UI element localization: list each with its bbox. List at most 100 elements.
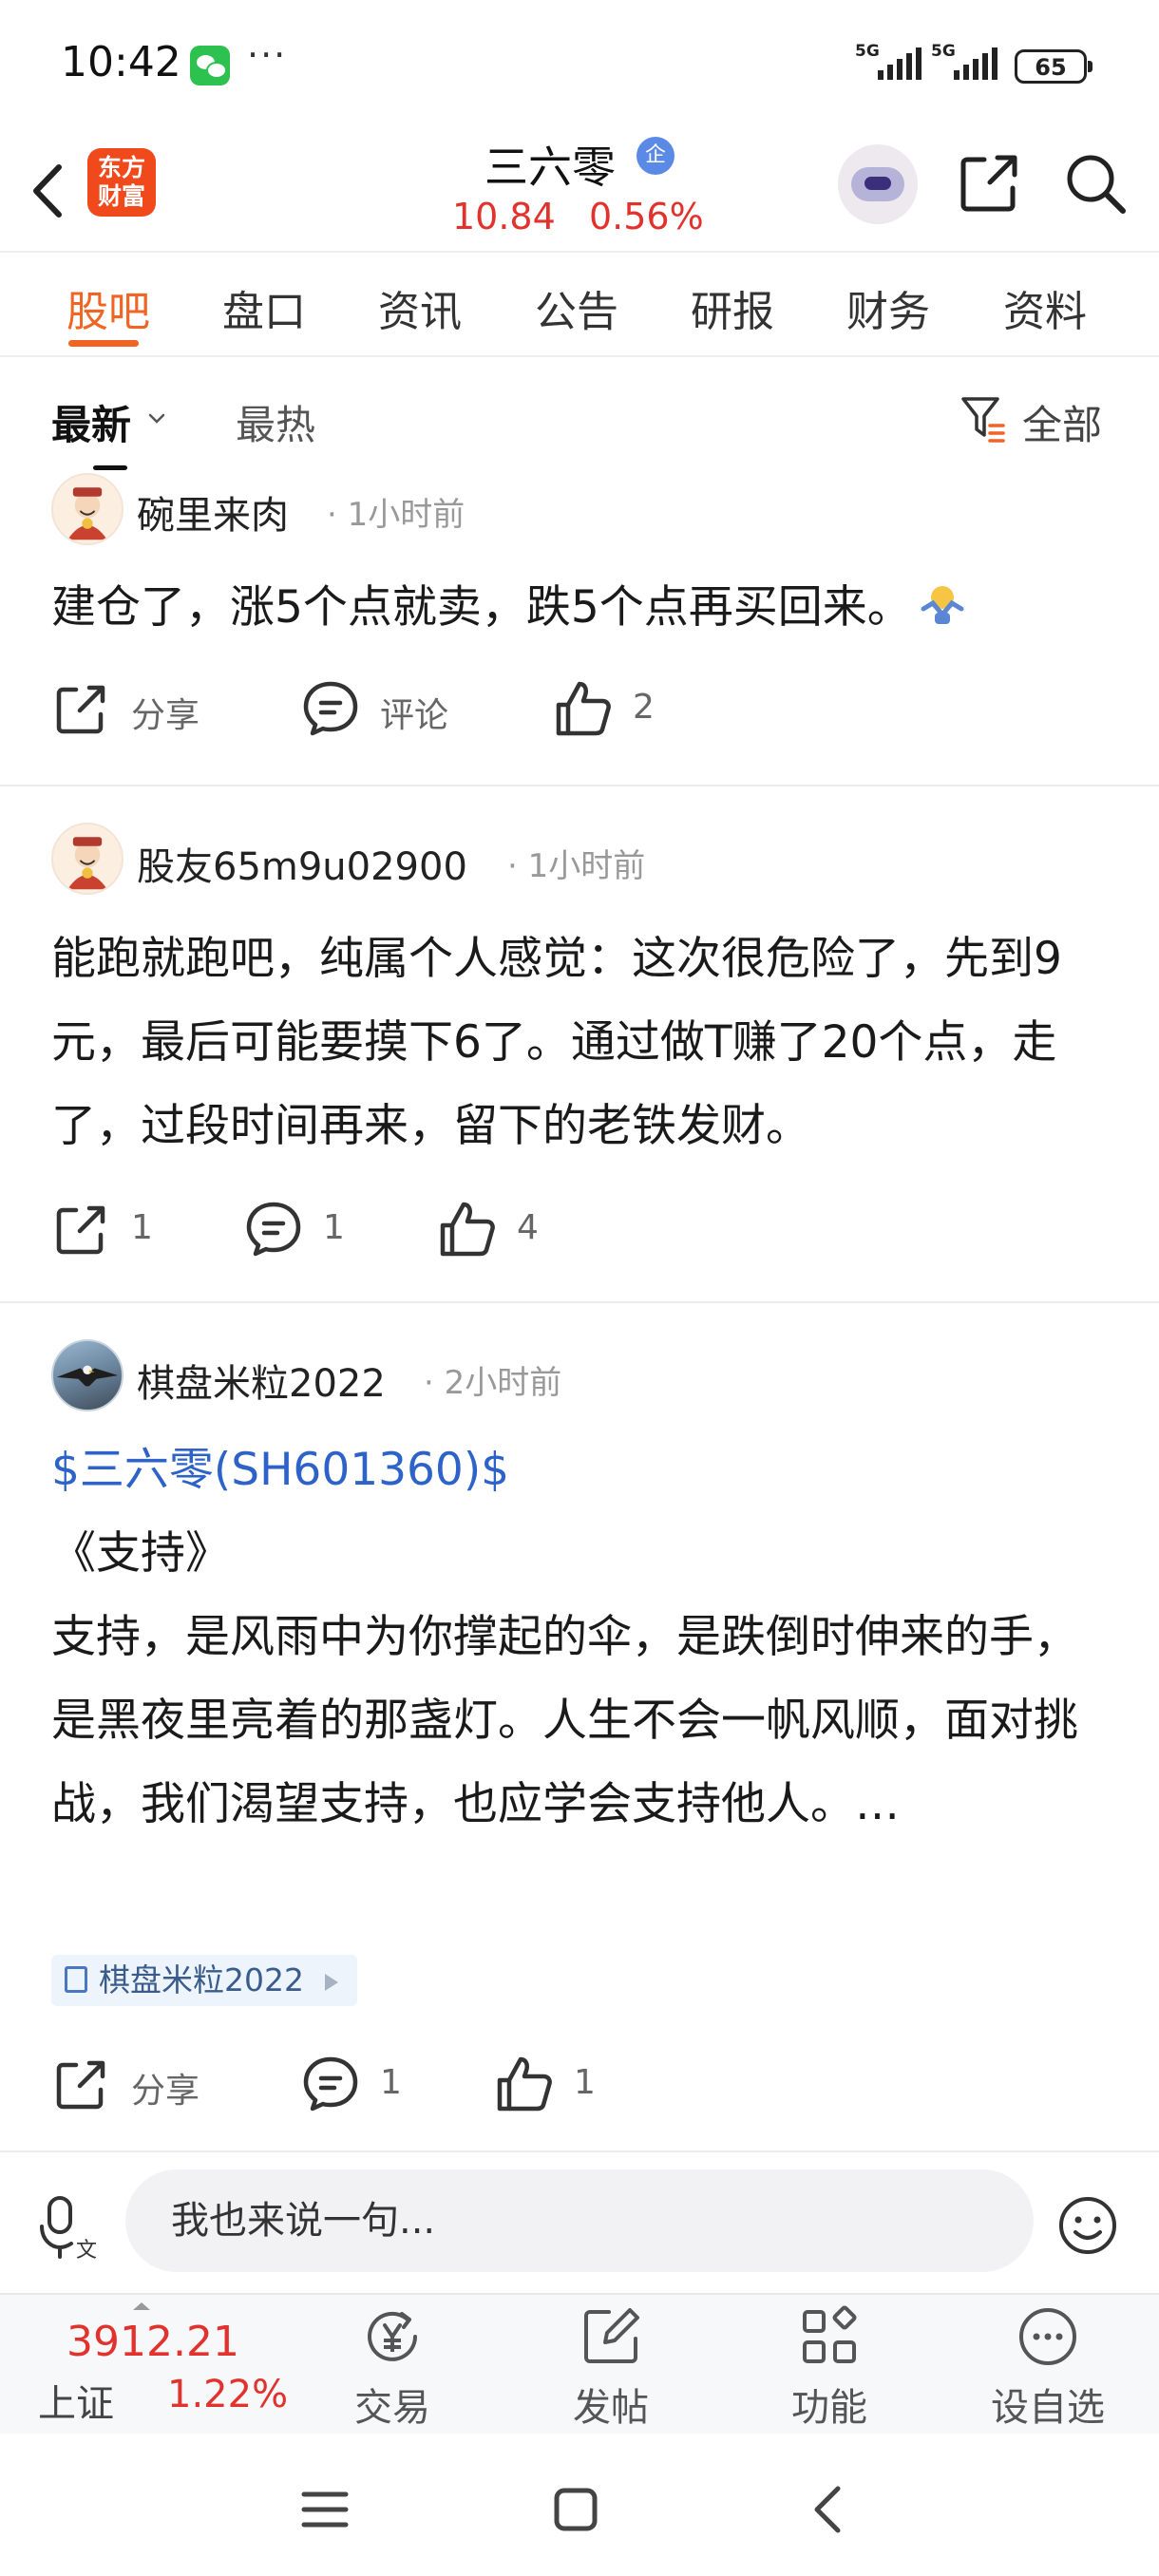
post-time: · 1小时前 [327,496,466,534]
comment-action[interactable]: 1 [243,1199,357,1265]
thumbs-up-icon [440,1202,495,1257]
eagle-avatar-icon [56,1365,119,1387]
battery-level: 65 [1035,54,1067,81]
stock-mention-link[interactable]: $三六零(SH601360)$ [51,1429,1115,1512]
post-author[interactable]: 棋盘米粒2022 [137,1353,386,1408]
comment-icon [303,2056,358,2112]
trade-button[interactable]: 交易 [321,2302,464,2430]
shrug-emoji-icon [920,570,965,624]
svg-text:文: 文 [76,2239,97,2261]
signal-icon-1: 5G [855,42,935,84]
post-body: 支持，是风雨中为你撑起的伞，是跌倒时伸来的手，是黑夜里亮着的那盏灯。人生不会一帆… [51,1611,1078,1830]
stock-name: 三六零 [484,142,616,193]
like-action[interactable]: 4 [437,1199,551,1265]
share-action[interactable]: 1 [51,1199,165,1265]
voice-input-icon[interactable]: 文 [38,2194,101,2261]
home-icon[interactable] [547,2481,604,2538]
post-content[interactable]: 能跑就跑吧，纯属个人感觉：这次很危险了，先到9元，最后可能要摸下6了。通过做T赚… [51,918,1115,1168]
user-avatar[interactable] [51,473,124,545]
filter-icon[interactable] [960,393,1007,445]
share-action[interactable]: 分享 [51,2054,222,2120]
wechat-icon [190,46,230,85]
post-author[interactable]: 碗里来肉 [137,484,289,540]
back-nav-icon[interactable] [800,2481,857,2538]
post-title: 《支持》 [51,1527,230,1580]
more-circle-icon [1019,2308,1076,2365]
tab-announcements[interactable]: 公告 [535,277,618,338]
search-button[interactable] [1062,150,1129,217]
stock-header: 东方 财富 三六零 企 10.84 0.56% [0,133,1159,252]
thumbs-up-icon [556,681,611,736]
tab-finance[interactable]: 财务 [846,277,930,338]
status-bar: 10:42 ··· 5G 5G 65 [0,0,1159,133]
comment-action[interactable]: 1 [300,2054,414,2120]
post-content[interactable]: $三六零(SH601360)$ 《支持》 支持，是风雨中为你撑起的伞，是跌倒时伸… [51,1429,1115,1847]
chevron-left-icon [33,164,62,218]
menu-icon[interactable] [296,2481,353,2538]
index-name[interactable]: 上证 [38,2373,114,2428]
battery-icon: 65 [1015,49,1092,84]
index-value[interactable]: 3912.21 [66,2318,239,2366]
post-item[interactable]: 碗里来肉 · 1小时前 建仓了，涨5个点就卖，跌5个点再买回来。 分享 评论 2 [0,471,1159,785]
edit-icon [584,2308,639,2363]
sort-latest[interactable]: 最新 [51,393,131,451]
fortune-god-avatar-icon [67,487,107,540]
section-tabs: 股吧 盘口 资讯 公告 研报 财务 资料 [0,256,1159,351]
tab-research[interactable]: 研报 [691,277,774,338]
add-watchlist-button[interactable]: 设自选 [977,2302,1119,2430]
post-divider [0,785,1159,786]
share-button[interactable] [956,150,1022,217]
post-divider [0,1301,1159,1303]
tab-profile[interactable]: 资料 [1003,277,1087,338]
post-button[interactable]: 发帖 [540,2302,682,2430]
document-icon [65,1965,87,1993]
status-time: 10:42 [61,38,181,86]
sort-hot[interactable]: 最热 [236,393,315,451]
post-content[interactable]: 建仓了，涨5个点就卖，跌5个点再买回来。 [51,566,1115,650]
search-icon [1067,155,1126,214]
emoji-icon[interactable] [1056,2194,1119,2257]
source-tag[interactable]: 棋盘米粒2022 [51,1955,357,2006]
post-time: · 1小时前 [507,847,646,885]
app-logo[interactable]: 东方 财富 [87,148,156,217]
like-action[interactable]: 2 [553,678,705,745]
comment-input[interactable]: 我也来说一句... [125,2169,1034,2272]
bottom-toolbar: 3912.21 上证 1.22% 交易 发帖 功能 设自选 [0,2293,1159,2434]
features-button[interactable]: 功能 [758,2302,901,2430]
comment-action[interactable]: 评论 [300,678,471,745]
back-button[interactable] [21,158,78,224]
enterprise-badge: 企 [636,137,674,175]
share-action[interactable]: 分享 [51,678,222,745]
comment-icon [303,681,358,736]
post-item[interactable]: 棋盘米粒2022 · 2小时前 $三六零(SH601360)$ 《支持》 支持，… [0,1339,1159,2137]
grid-icon [803,2305,857,2363]
play-icon [324,1973,338,1991]
stock-change-pct: 0.56% [589,196,704,237]
more-notifications-icon: ··· [247,34,288,76]
header-divider [0,251,1159,253]
sort-filter-bar: 最新 最热 全部 [0,359,1159,470]
active-tab-indicator [68,340,139,347]
tab-guba[interactable]: 股吧 [66,277,150,338]
chevron-down-icon[interactable] [146,408,167,429]
index-change-pct[interactable]: 1.22% [167,2373,288,2416]
tab-news[interactable]: 资讯 [378,277,462,338]
ai-assistant-icon[interactable] [838,144,918,224]
signal-icon-2: 5G [931,42,1011,84]
filter-all[interactable]: 全部 [1022,393,1102,451]
yen-exchange-icon [368,2311,417,2361]
share-icon [56,2060,105,2110]
sort-indicator [93,465,127,470]
like-action[interactable]: 1 [494,2054,608,2120]
post-author[interactable]: 股友65m9u02900 [137,836,467,891]
post-item[interactable]: 股友65m9u02900 · 1小时前 能跑就跑吧，纯属个人感觉：这次很危险了，… [0,823,1159,1301]
share-icon [960,155,1017,212]
post-time: · 2小时前 [424,1364,562,1402]
share-icon [56,685,105,734]
tab-pankou[interactable]: 盘口 [222,277,306,338]
user-avatar[interactable] [51,1339,124,1411]
thumbs-up-icon [497,2056,552,2112]
expand-caret-icon[interactable] [133,2302,150,2310]
comment-icon [246,1202,301,1257]
user-avatar[interactable] [51,823,124,895]
